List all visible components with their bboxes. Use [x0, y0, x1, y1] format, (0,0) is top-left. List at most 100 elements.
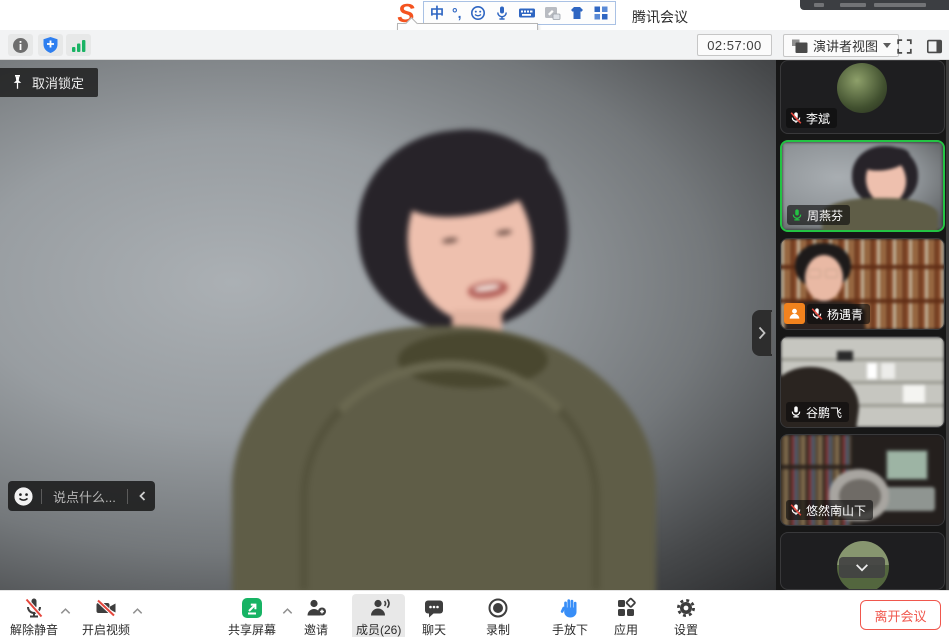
chat-button[interactable]: 聊天 [418, 594, 450, 637]
camera-off-icon [94, 596, 118, 620]
ime-toolbar-box: 中 °, [423, 1, 616, 25]
participant-tile[interactable]: 谷鹏飞 [780, 336, 945, 428]
tencent-meeting-window: S 中 °, [0, 0, 949, 637]
os-top-bar: S 中 °, [0, 0, 949, 30]
mic-muted-icon [789, 111, 803, 125]
emoji-smiley-icon[interactable] [13, 486, 34, 507]
participant-tile-active-speaker[interactable]: 周燕芬 [780, 140, 945, 232]
meeting-timer: 02:57:00 [697, 34, 772, 56]
record-icon [486, 596, 510, 620]
pin-icon [10, 74, 25, 91]
shield-plus-icon [42, 36, 59, 54]
mic-active-icon [790, 208, 804, 222]
ime-skin-icon[interactable] [569, 5, 585, 21]
chevron-down-icon [883, 43, 891, 48]
lower-hand-label: 手放下 [552, 621, 588, 637]
participant-tile-partial[interactable] [780, 532, 945, 590]
chat-icon [422, 596, 446, 620]
record-label: 录制 [486, 621, 510, 637]
participants-sidebar: 李斌 周燕芬 [776, 60, 949, 590]
settings-label: 设置 [674, 621, 698, 637]
unpin-button[interactable]: 取消锁定 [0, 68, 98, 97]
start-video-button[interactable]: 开启视频 [78, 594, 134, 637]
chevron-left-icon[interactable] [135, 488, 151, 504]
record-button[interactable]: 录制 [482, 594, 514, 637]
mic-on-icon [789, 405, 803, 419]
avatar [837, 63, 887, 113]
share-screen-icon [240, 596, 264, 620]
network-quality-button[interactable] [66, 34, 91, 56]
audio-options-chevron[interactable] [59, 603, 72, 621]
person-icon [788, 307, 801, 320]
ime-handwriting-icon[interactable] [544, 5, 561, 21]
lower-hand-button[interactable]: 手放下 [548, 594, 592, 637]
participant-name: 李斌 [806, 110, 830, 127]
chevron-up-icon [131, 606, 144, 616]
invite-label: 邀请 [304, 621, 328, 637]
main-video-speaker[interactable]: 取消锁定 说点什么... [0, 60, 776, 590]
caption-placeholder[interactable]: 说点什么... [49, 487, 120, 506]
invite-person-icon [304, 596, 328, 620]
ime-soft-keyboard-icon[interactable] [518, 5, 536, 21]
members-icon [367, 596, 391, 620]
window-titlebar-overlay [800, 0, 949, 10]
video-options-chevron[interactable] [131, 603, 144, 621]
members-button[interactable]: 成员(26) [352, 594, 405, 637]
divider [127, 489, 128, 504]
view-mode-label: 演讲者视图 [813, 36, 878, 55]
ime-voice-input-icon[interactable] [494, 5, 510, 21]
side-panel-icon [925, 37, 944, 56]
gear-icon [674, 596, 698, 620]
meeting-toolbar: 02:57:00 演讲者视图 [0, 30, 949, 60]
members-label: 成员(26) [356, 621, 401, 637]
chevron-right-icon [756, 325, 768, 341]
chevron-up-icon [59, 606, 72, 616]
signal-bars-icon [71, 38, 87, 53]
side-panel-toggle-button[interactable] [923, 35, 945, 57]
host-badge [784, 303, 805, 324]
chevron-down-icon [854, 562, 870, 574]
settings-button[interactable]: 设置 [670, 594, 702, 637]
security-button[interactable] [38, 34, 63, 56]
ime-punctuation-icon[interactable]: °, [452, 4, 462, 22]
info-icon [12, 37, 29, 54]
fullscreen-button[interactable] [893, 35, 915, 57]
caption-input-bar[interactable]: 说点什么... [8, 481, 155, 511]
meeting-info-button[interactable] [8, 34, 33, 56]
apps-icon [614, 596, 638, 620]
participant-tile[interactable]: 李斌 [780, 60, 945, 134]
bottom-control-bar: 解除静音 开启视频 共享屏幕 邀请 成员(26) 聊天 [0, 590, 949, 637]
share-screen-button[interactable]: 共享屏幕 [224, 594, 280, 637]
chevron-up-icon [281, 606, 294, 616]
participant-tile[interactable]: 杨遇青 [780, 238, 945, 330]
apps-label: 应用 [614, 621, 638, 637]
participant-tile[interactable]: 悠然南山下 [780, 434, 945, 526]
chat-label: 聊天 [422, 621, 446, 637]
divider [41, 489, 42, 504]
ime-toolbox-icon[interactable] [593, 5, 609, 21]
start-video-label: 开启视频 [82, 621, 130, 637]
apps-button[interactable]: 应用 [610, 594, 642, 637]
invite-button[interactable]: 邀请 [300, 594, 332, 637]
scroll-down-button[interactable] [839, 557, 885, 578]
mic-muted-icon [789, 503, 803, 517]
ime-toolbar[interactable]: S 中 °, [393, 1, 616, 25]
mic-muted-icon [810, 307, 824, 321]
view-mode-selector[interactable]: 演讲者视图 [783, 34, 899, 57]
fullscreen-icon [895, 37, 914, 56]
leave-meeting-button[interactable]: 离开会议 [860, 600, 941, 630]
ime-emoji-icon[interactable] [470, 5, 486, 21]
unmute-button[interactable]: 解除静音 [6, 594, 62, 637]
participant-name: 周燕芬 [807, 207, 843, 224]
participant-name: 悠然南山下 [806, 502, 866, 519]
share-screen-label: 共享屏幕 [228, 621, 276, 637]
share-options-chevron[interactable] [281, 603, 294, 621]
layout-icon [791, 38, 808, 54]
mic-muted-icon [22, 596, 46, 620]
sidebar-collapse-handle[interactable] [752, 310, 772, 356]
participant-name: 杨遇青 [827, 306, 863, 323]
raised-hand-icon [558, 596, 582, 620]
ime-chinese-mode-icon[interactable]: 中 [430, 4, 444, 22]
unpin-label: 取消锁定 [32, 73, 84, 92]
participant-name: 谷鹏飞 [806, 404, 842, 421]
